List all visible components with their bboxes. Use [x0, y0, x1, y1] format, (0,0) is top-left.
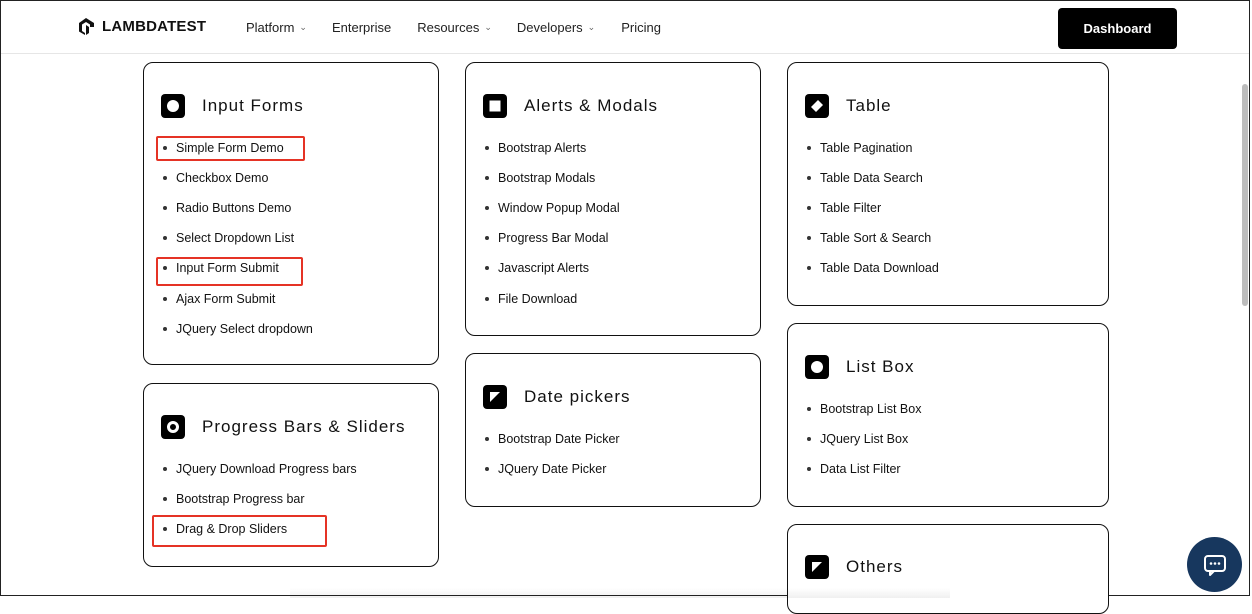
link-table-data-search[interactable]: Table Data Search: [807, 171, 923, 185]
nav-pricing-label: Pricing: [621, 20, 661, 35]
link-table-sort-search[interactable]: Table Sort & Search: [807, 231, 931, 245]
card-input-forms: Input Forms Simple Form Demo Checkbox De…: [143, 62, 439, 365]
highlight-simple-form-demo: [156, 136, 305, 161]
chat-button[interactable]: [1187, 537, 1242, 592]
card-title-text: List Box: [846, 357, 915, 376]
lambdatest-logo-icon: [79, 18, 94, 35]
card-title-text: Input Forms: [202, 96, 304, 115]
bottom-fade: [290, 588, 950, 598]
logo-text: LAMBDATEST: [102, 17, 207, 35]
card-title: List Box: [805, 355, 914, 379]
link-table-data-download[interactable]: Table Data Download: [807, 261, 939, 275]
link-table-pagination[interactable]: Table Pagination: [807, 141, 912, 155]
nav-resources[interactable]: Resources ⌄: [417, 20, 492, 35]
nav-platform[interactable]: Platform ⌄: [246, 20, 307, 35]
diamond-icon: [805, 94, 829, 118]
link-window-popup-modal[interactable]: Window Popup Modal: [485, 201, 620, 215]
nav-resources-label: Resources: [417, 20, 480, 35]
top-navbar: LAMBDATEST Platform ⌄ Enterprise Resourc…: [1, 1, 1249, 54]
card-title: Progress Bars & Sliders: [161, 415, 405, 439]
triangle-icon: [483, 385, 507, 409]
link-bootstrap-alerts[interactable]: Bootstrap Alerts: [485, 141, 586, 155]
chevron-down-icon: ⌄: [484, 22, 492, 32]
card-title: Others: [805, 555, 903, 579]
card-list-box: List Box Bootstrap List Box JQuery List …: [787, 323, 1109, 507]
main-nav: Platform ⌄ Enterprise Resources ⌄ Develo…: [246, 20, 661, 35]
circle-icon: [805, 355, 829, 379]
link-checkbox-demo[interactable]: Checkbox Demo: [163, 171, 268, 185]
card-title: Input Forms: [161, 94, 304, 118]
nav-pricing[interactable]: Pricing: [621, 20, 661, 35]
scrollbar-thumb[interactable]: [1242, 84, 1248, 306]
card-title: Table: [805, 94, 892, 118]
circle-icon: [161, 94, 185, 118]
link-select-dropdown-list[interactable]: Select Dropdown List: [163, 231, 294, 245]
link-radio-buttons-demo[interactable]: Radio Buttons Demo: [163, 201, 291, 215]
link-javascript-alerts[interactable]: Javascript Alerts: [485, 261, 589, 275]
card-title-text: Others: [846, 557, 904, 576]
card-title: Date pickers: [483, 385, 630, 409]
link-bootstrap-progress-bar[interactable]: Bootstrap Progress bar: [163, 492, 305, 506]
chevron-down-icon: ⌄: [299, 22, 307, 32]
square-icon: [483, 94, 507, 118]
link-table-filter[interactable]: Table Filter: [807, 201, 881, 215]
ring-icon: [161, 415, 185, 439]
card-title-text: Progress Bars & Sliders: [202, 417, 406, 436]
nav-enterprise[interactable]: Enterprise: [332, 20, 391, 35]
link-progress-bar-modal[interactable]: Progress Bar Modal: [485, 231, 608, 245]
lambdatest-logo[interactable]: LAMBDATEST: [76, 16, 206, 36]
link-jquery-date-picker[interactable]: JQuery Date Picker: [485, 462, 606, 476]
dashboard-button[interactable]: Dashboard: [1058, 8, 1177, 49]
highlight-input-form-submit: [156, 257, 303, 286]
link-jquery-select-dropdown[interactable]: JQuery Select dropdown: [163, 322, 313, 336]
card-title-text: Table: [846, 96, 892, 115]
chat-icon: [1203, 554, 1226, 576]
card-alerts-modals: Alerts & Modals Bootstrap Alerts Bootstr…: [465, 62, 761, 336]
nav-developers-label: Developers: [516, 20, 583, 35]
link-jquery-list-box[interactable]: JQuery List Box: [807, 432, 908, 446]
link-ajax-form-submit[interactable]: Ajax Form Submit: [163, 292, 275, 306]
card-others: Others: [787, 524, 1109, 614]
nav-platform-label: Platform: [246, 20, 295, 35]
nav-enterprise-label: Enterprise: [331, 20, 392, 35]
link-data-list-filter[interactable]: Data List Filter: [807, 462, 901, 476]
chevron-down-icon: ⌄: [587, 22, 596, 32]
card-title-text: Alerts & Modals: [524, 96, 659, 115]
link-bootstrap-modals[interactable]: Bootstrap Modals: [485, 171, 595, 185]
triangle-icon: [805, 555, 829, 579]
link-bootstrap-list-box[interactable]: Bootstrap List Box: [807, 402, 921, 416]
card-title: Alerts & Modals: [483, 94, 658, 118]
highlight-drag-drop-sliders: [152, 515, 327, 547]
link-file-download[interactable]: File Download: [485, 292, 577, 306]
card-date-pickers: Date pickers Bootstrap Date Picker JQuer…: [465, 353, 761, 507]
card-table: Table Table Pagination Table Data Search…: [787, 62, 1109, 306]
card-title-text: Date pickers: [524, 387, 631, 406]
nav-developers[interactable]: Developers ⌄: [517, 20, 595, 35]
link-bootstrap-date-picker[interactable]: Bootstrap Date Picker: [485, 432, 620, 446]
link-jquery-download-progress-bars[interactable]: JQuery Download Progress bars: [163, 462, 357, 476]
